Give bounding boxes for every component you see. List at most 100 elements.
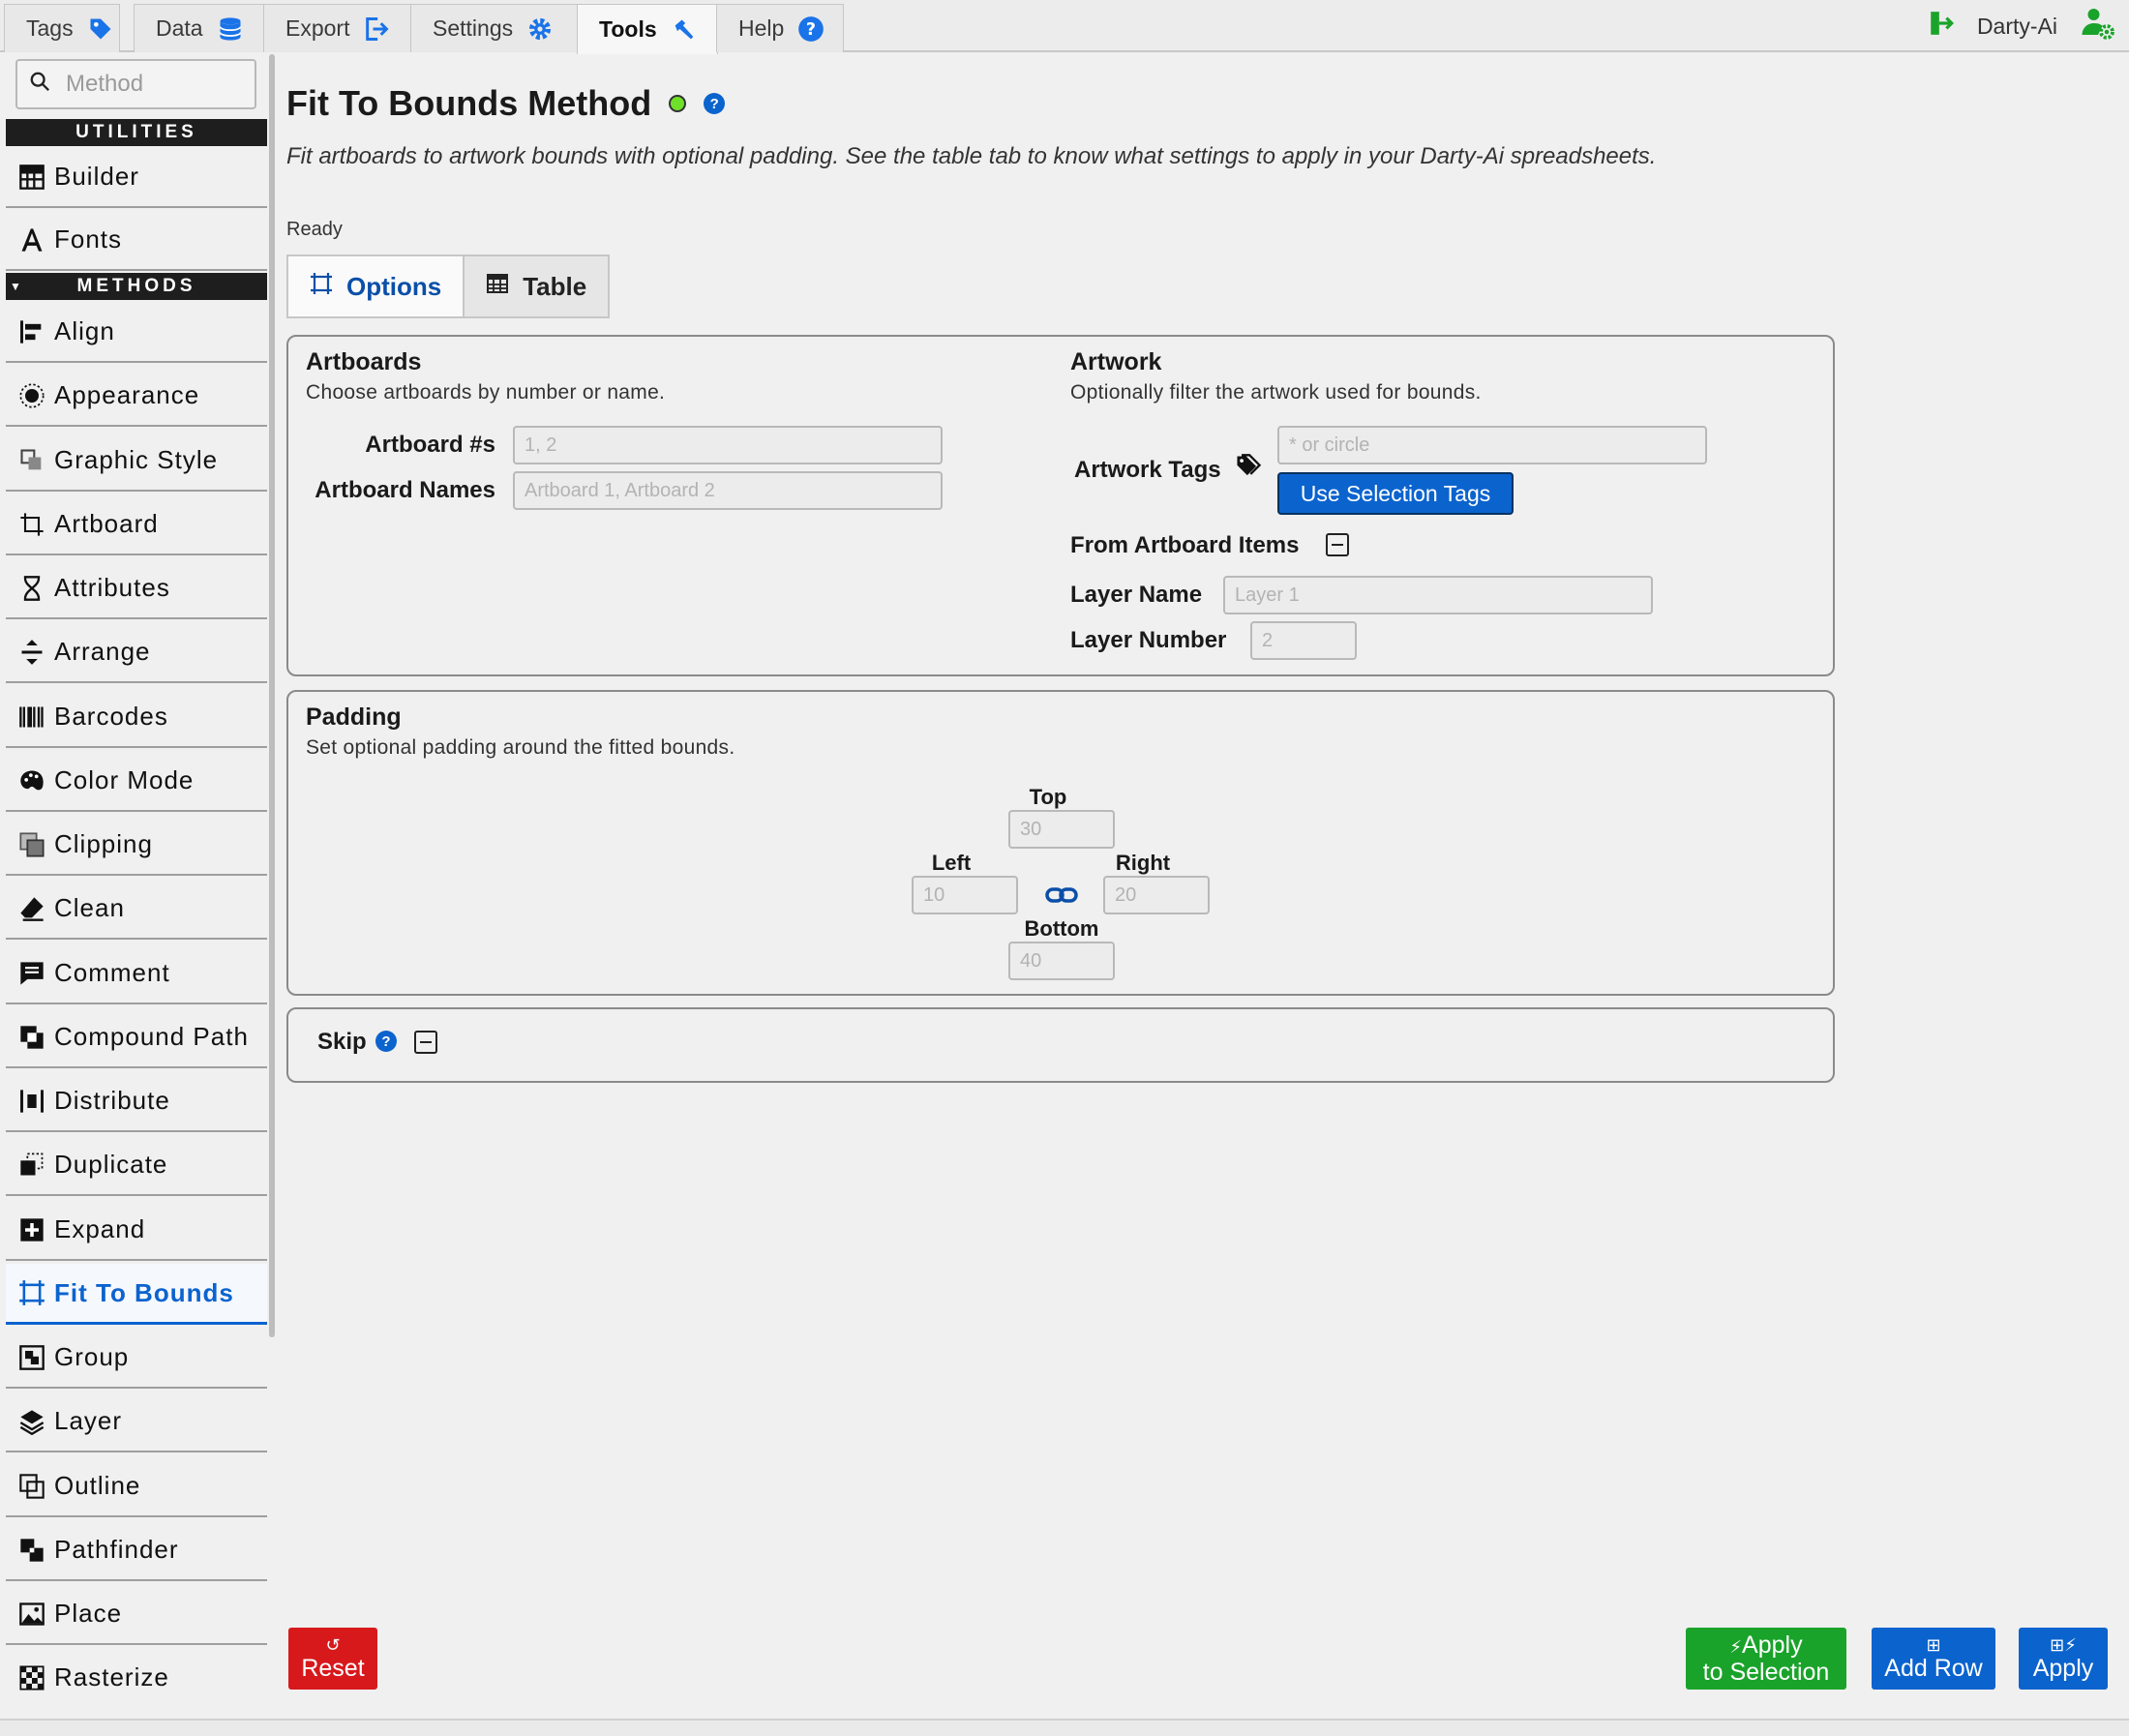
sidebar-item-align[interactable]: Align <box>6 302 267 363</box>
sidebar-item-fonts[interactable]: Fonts <box>6 210 267 271</box>
sidebar-item-label: Fonts <box>54 224 123 254</box>
page-title-row: Fit To Bounds Method ? <box>286 83 726 124</box>
sidebar-item-color-mode[interactable]: Color Mode <box>6 751 267 812</box>
sidebar-item-clean[interactable]: Clean <box>6 879 267 940</box>
sidebar-item-compound-path[interactable]: Compound Path <box>6 1007 267 1068</box>
sidebar-item-label: Comment <box>54 958 170 987</box>
sidebar-item-attributes[interactable]: Attributes <box>6 558 267 619</box>
bolt-icon: ⚡ <box>1729 1637 1743 1657</box>
sidebar-item-clipping[interactable]: Clipping <box>6 815 267 876</box>
padding-bottom-label: Bottom <box>1024 916 1099 941</box>
sidebar-item-rasterize[interactable]: Rasterize <box>6 1648 267 1699</box>
sidebar-item-label: Layer <box>54 1406 123 1435</box>
sidebar-item-label: Appearance <box>54 380 200 409</box>
sidebar-item-graphic-style[interactable]: Graphic Style <box>6 431 267 492</box>
from-artboard-items-label: From Artboard Items <box>1070 532 1300 558</box>
collapse-triangle-icon[interactable]: ▼ <box>10 280 25 293</box>
outline-icon <box>17 1472 46 1501</box>
sidebar-item-builder[interactable]: Builder <box>6 147 267 208</box>
padding-right-label: Right <box>1115 851 1171 875</box>
sidebar-item-label: Clean <box>54 893 125 922</box>
search-icon <box>29 71 50 99</box>
align-icon <box>17 317 46 346</box>
top-tab-bar: Tags Data Export Settings Tools Help ? D… <box>0 0 2129 54</box>
layer-name-label: Layer Name <box>1070 582 1203 608</box>
sidebar-item-fit-to-bounds[interactable]: Fit To Bounds <box>6 1264 267 1325</box>
user-area: Darty-Ai <box>1929 8 2115 45</box>
sidebar-item-label: Align <box>54 316 115 345</box>
artwork-subtitle: Optionally filter the artwork used for b… <box>1070 381 1482 404</box>
sidebar-item-comment[interactable]: Comment <box>6 943 267 1004</box>
layer-number-label: Layer Number <box>1070 627 1227 653</box>
expand-icon <box>17 1215 46 1244</box>
layer-number-input[interactable]: 2 <box>1250 621 1357 660</box>
skip-toggle[interactable] <box>414 1031 437 1054</box>
tab-help[interactable]: Help ? <box>716 4 844 52</box>
sidebar-item-duplicate[interactable]: Duplicate <box>6 1135 267 1196</box>
padding-right-input[interactable]: 20 <box>1103 876 1210 914</box>
add-row-button[interactable]: ⊞ Add Row <box>1872 1628 1995 1690</box>
sidebar-item-outline[interactable]: Outline <box>6 1456 267 1517</box>
export-icon <box>363 15 390 43</box>
builder-icon <box>17 163 46 192</box>
logout-icon[interactable] <box>1929 10 1954 43</box>
duplicate-icon <box>17 1151 46 1180</box>
tab-label: Table <box>523 271 587 301</box>
distribute-icon <box>17 1087 46 1116</box>
arrange-icon <box>17 638 46 667</box>
sidebar-item-place[interactable]: Place <box>6 1584 267 1645</box>
sidebar-scrollbar[interactable] <box>269 54 275 1337</box>
username: Darty-Ai <box>1976 13 2057 39</box>
tab-tools[interactable]: Tools <box>577 4 718 54</box>
sidebar-item-pathfinder[interactable]: Pathfinder <box>6 1520 267 1581</box>
artboard-numbers-input[interactable]: 1, 2 <box>513 426 943 464</box>
window-bottom-edge <box>0 1719 2129 1736</box>
undo-icon: ↺ <box>325 1635 341 1655</box>
appearance-icon <box>17 381 46 410</box>
gear-icon <box>526 15 554 43</box>
status-text: Ready <box>286 219 343 240</box>
user-settings-icon[interactable] <box>2081 6 2115 46</box>
from-artboard-items-toggle[interactable] <box>1326 533 1349 556</box>
fit-bounds-icon <box>17 1278 46 1307</box>
sidebar-item-group[interactable]: Group <box>6 1328 267 1389</box>
tab-data[interactable]: Data <box>134 4 265 52</box>
apply-to-selection-button[interactable]: ⚡Apply to Selection <box>1686 1628 1846 1690</box>
table-icon <box>486 272 509 302</box>
sidebar-item-distribute[interactable]: Distribute <box>6 1071 267 1132</box>
method-search-input[interactable]: Method <box>15 59 256 109</box>
sidebar-item-appearance[interactable]: Appearance <box>6 366 267 427</box>
tab-options[interactable]: Options <box>288 256 465 316</box>
artwork-tags-input[interactable]: * or circle <box>1277 426 1707 464</box>
tab-table[interactable]: Table <box>465 256 609 316</box>
sidebar-item-layer[interactable]: Layer <box>6 1392 267 1452</box>
layer-name-input[interactable]: Layer 1 <box>1223 576 1653 614</box>
section-label: METHODS <box>76 276 196 296</box>
padding-top-label: Top <box>1029 785 1067 809</box>
tab-label: Tools <box>599 16 657 42</box>
sidebar-item-label: Distribute <box>54 1086 170 1115</box>
artboard-names-label: Artboard Names <box>315 477 495 503</box>
artboard-names-input[interactable]: Artboard 1, Artboard 2 <box>513 471 943 510</box>
tab-tags[interactable]: Tags <box>4 4 120 52</box>
skip-help-icon[interactable]: ? <box>375 1031 397 1052</box>
skip-label: Skip <box>317 1029 367 1055</box>
sidebar-item-label: Duplicate <box>54 1150 168 1179</box>
padding-left-input[interactable]: 10 <box>912 876 1018 914</box>
tab-export[interactable]: Export <box>263 4 412 52</box>
reset-button[interactable]: ↺ Reset <box>288 1628 377 1690</box>
tab-settings[interactable]: Settings <box>410 4 579 52</box>
sidebar-item-barcodes[interactable]: Barcodes <box>6 687 267 748</box>
sidebar-item-artboard[interactable]: Artboard <box>6 494 267 555</box>
help-icon[interactable]: ? <box>704 93 726 114</box>
link-icon[interactable] <box>1045 883 1078 912</box>
use-selection-tags-button[interactable]: Use Selection Tags <box>1277 472 1514 515</box>
sidebar-item-arrange[interactable]: Arrange <box>6 622 267 683</box>
sidebar-item-expand[interactable]: Expand <box>6 1200 267 1261</box>
apply-button[interactable]: ⊞⚡ Apply <box>2019 1628 2108 1690</box>
artboards-title: Artboards <box>306 348 422 375</box>
padding-bottom-input[interactable]: 40 <box>1008 942 1115 980</box>
artboard-numbers-label: Artboard #s <box>365 432 495 458</box>
padding-top-input[interactable]: 30 <box>1008 810 1115 849</box>
barcode-icon <box>17 703 46 732</box>
